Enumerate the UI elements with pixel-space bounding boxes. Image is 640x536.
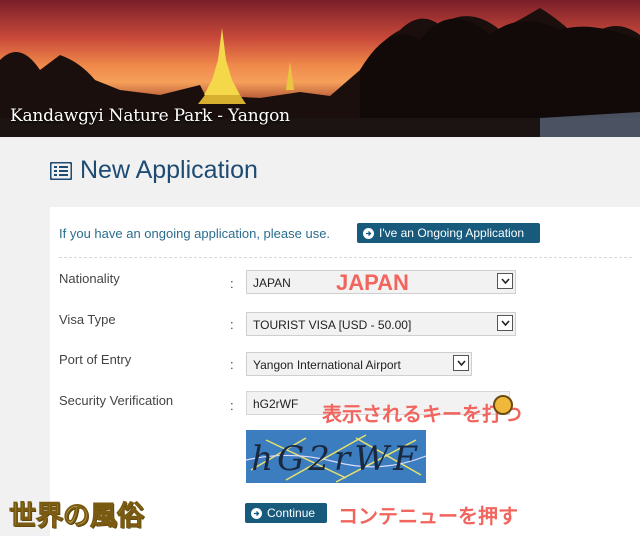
chevron-down-icon[interactable] — [497, 315, 513, 331]
colon: : — [230, 276, 234, 291]
visa-type-value: TOURIST VISA [USD - 50.00] — [253, 318, 412, 332]
arrow-right-circle-icon — [363, 227, 374, 239]
list-icon — [50, 161, 72, 180]
page-header: New Application — [50, 156, 258, 185]
cursor-highlight-icon — [493, 395, 513, 415]
continue-label: Continue — [267, 506, 316, 520]
divider — [59, 257, 632, 258]
ongoing-application-button[interactable]: I've an Ongoing Application — [357, 223, 540, 243]
port-of-entry-label: Port of Entry — [59, 352, 132, 367]
colon: : — [230, 398, 234, 413]
page-title: New Application — [80, 156, 258, 184]
banner-caption: Kandawgyi Nature Park - Yangon — [10, 106, 290, 126]
chevron-down-icon[interactable] — [453, 355, 469, 371]
security-label: Security Verification — [59, 393, 174, 408]
nationality-label: Nationality — [59, 271, 120, 286]
chevron-down-icon[interactable] — [497, 273, 513, 289]
colon: : — [230, 357, 234, 372]
visa-type-select[interactable]: TOURIST VISA [USD - 50.00] — [246, 312, 516, 336]
continue-annotation: コンテニューを押す — [338, 506, 518, 528]
continue-button[interactable]: Continue — [245, 503, 327, 523]
nationality-annotation: JAPAN — [336, 270, 409, 295]
port-of-entry-value: Yangon International Airport — [253, 358, 401, 372]
ongoing-notice: If you have an ongoing application, plea… — [59, 226, 331, 241]
site-watermark: 世界の風俗 — [9, 501, 145, 532]
visa-type-label: Visa Type — [59, 312, 116, 327]
nationality-value: JAPAN — [253, 276, 291, 290]
ongoing-button-label: I've an Ongoing Application — [379, 226, 525, 240]
colon: : — [230, 317, 234, 332]
captcha-image: hG2rWF — [246, 430, 426, 483]
header-banner: Kandawgyi Nature Park - Yangon — [0, 0, 640, 137]
application-form: If you have an ongoing application, plea… — [50, 207, 640, 536]
arrow-right-circle-icon — [251, 507, 262, 519]
port-of-entry-select[interactable]: Yangon International Airport — [246, 352, 472, 376]
captcha-text: hG2rWF — [251, 439, 420, 479]
